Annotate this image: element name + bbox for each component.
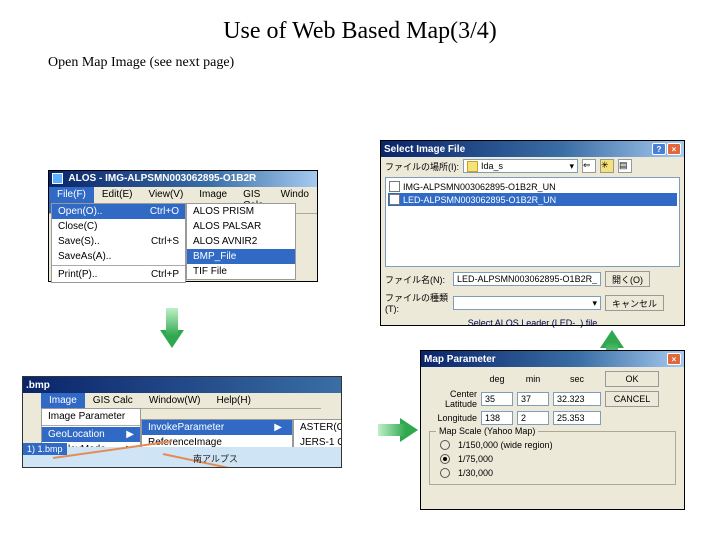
- map-parameter-dialog: Map Parameter × deg min sec OK Center La…: [420, 350, 685, 510]
- reference-map-strip: .bmp Image GIS Calc Window(W) Help(H) Im…: [22, 376, 342, 468]
- alos-title-file: IMG-ALPSMN003062895-O1B2R: [105, 174, 256, 185]
- tab-window[interactable]: Window(W): [141, 393, 209, 408]
- file-item[interactable]: LED-ALPSMN003062895-O1B2R_UN: [388, 193, 677, 206]
- chevron-down-icon: ▾: [592, 298, 597, 308]
- open-submenu: ALOS PRISM ALOS PALSAR ALOS AVNIR2 BMP_F…: [186, 203, 296, 280]
- tab-image[interactable]: Image: [41, 393, 85, 408]
- new-folder-icon[interactable]: ✳: [600, 159, 614, 173]
- scale-option-75k[interactable]: 1/75,000: [436, 452, 669, 466]
- app-icon: [52, 173, 63, 184]
- filetype-combo[interactable]: ▾: [453, 296, 601, 310]
- col-deg: deg: [481, 374, 513, 384]
- map-thumbnail: 1) 1.bmp 南アルプス: [23, 447, 341, 468]
- lon-sec-input[interactable]: [553, 411, 601, 425]
- open-sub-bmp[interactable]: BMP_File: [187, 249, 295, 264]
- scale-groupbox: Map Scale (Yahoo Map) 1/150,000 (wide re…: [429, 431, 676, 485]
- file-item[interactable]: IMG-ALPSMN003062895-O1B2R_UN: [388, 180, 677, 193]
- scale-option-150k[interactable]: 1/150,000 (wide region): [436, 438, 669, 452]
- open-sub-tif[interactable]: TIF File: [187, 264, 295, 279]
- page-title: Use of Web Based Map(3/4): [0, 0, 720, 45]
- arrow-up-icon: [600, 330, 624, 348]
- center-lat-label: Center Latitude: [425, 389, 477, 409]
- file-open-dialog: Select Image File ? × ファイルの場所(I): Ida_s …: [380, 140, 685, 326]
- filename-label: ファイル名(N):: [385, 273, 449, 286]
- geo2-aster[interactable]: ASTER(CEOS): [294, 420, 342, 435]
- file-icon: [389, 194, 400, 205]
- look-in-combo[interactable]: Ida_s ▾: [463, 159, 578, 173]
- folder-icon: [467, 161, 478, 172]
- file-menu-close[interactable]: Close(C): [52, 219, 185, 234]
- alos-window: ALOS - IMG-ALPSMN003062895-O1B2R File(F)…: [48, 170, 318, 282]
- ok-button[interactable]: OK: [605, 371, 659, 387]
- alos-window-titlebar: ALOS - IMG-ALPSMN003062895-O1B2R: [49, 171, 317, 187]
- open-sub-avnir2[interactable]: ALOS AVNIR2: [187, 234, 295, 249]
- open-button[interactable]: 開く(O): [605, 271, 650, 287]
- arrow-down-icon: [160, 330, 184, 348]
- strip-titlebar: .bmp: [23, 377, 341, 393]
- lat-deg-input[interactable]: [481, 392, 513, 406]
- file-icon: [389, 181, 400, 192]
- img-menu-geolocation[interactable]: GeoLocation▶: [42, 427, 140, 442]
- file-menu-save[interactable]: Save(S)..Ctrl+S: [52, 234, 185, 249]
- file-menu-saveas[interactable]: SaveAs(A)..: [52, 249, 185, 264]
- view-menu-icon[interactable]: ▤: [618, 159, 632, 173]
- page-subtitle: Open Map Image (see next page): [0, 45, 720, 71]
- tab-help[interactable]: Help(H): [208, 393, 258, 408]
- lon-min-input[interactable]: [517, 411, 549, 425]
- cancel-button[interactable]: キャンセル: [605, 295, 664, 311]
- lat-min-input[interactable]: [517, 392, 549, 406]
- dialog-hint: Select ALOS Leader (LED-..) file: [468, 318, 598, 328]
- tab-giscalc[interactable]: GIS Calc: [85, 393, 141, 408]
- strip-title: .bmp: [26, 380, 50, 391]
- map-param-title: Map Parameter: [424, 354, 496, 365]
- file-open-titlebar: Select Image File ? ×: [381, 141, 684, 157]
- layer-chip: 1) 1.bmp: [23, 443, 67, 455]
- arrow-right-icon: [400, 418, 418, 442]
- file-menu-sep: [52, 265, 185, 266]
- file-menu-print[interactable]: Print(P)..Ctrl+P: [52, 267, 185, 282]
- lat-sec-input[interactable]: [553, 392, 601, 406]
- img-menu-param[interactable]: Image Parameter: [42, 409, 140, 424]
- geo-sub-invoke[interactable]: InvokeParameter▶: [142, 420, 292, 435]
- scale-group-title: Map Scale (Yahoo Map): [436, 426, 538, 436]
- file-list[interactable]: IMG-ALPSMN003062895-O1B2R_UN LED-ALPSMN0…: [385, 177, 680, 267]
- img-menu-sep: [42, 425, 140, 426]
- cancel-button[interactable]: CANCEL: [605, 391, 659, 407]
- filename-input[interactable]: [453, 272, 601, 286]
- open-sub-prism[interactable]: ALOS PRISM: [187, 204, 295, 219]
- filetype-label: ファイルの種類(T):: [385, 291, 449, 314]
- close-button[interactable]: ×: [667, 353, 681, 365]
- look-in-label: ファイルの場所(I):: [385, 160, 459, 173]
- lon-deg-input[interactable]: [481, 411, 513, 425]
- center-lon-label: Longitude: [425, 413, 477, 423]
- chevron-down-icon: ▾: [569, 161, 574, 172]
- open-sub-palsar[interactable]: ALOS PALSAR: [187, 219, 295, 234]
- close-button[interactable]: ×: [667, 143, 681, 155]
- strip-menubar: Image GIS Calc Window(W) Help(H): [41, 393, 321, 409]
- file-menu-dropdown: Open(O)..Ctrl+O Close(C) Save(S)..Ctrl+S…: [51, 203, 186, 283]
- map-param-titlebar: Map Parameter ×: [421, 351, 684, 367]
- col-min: min: [517, 374, 549, 384]
- alos-title-prefix: ALOS -: [68, 174, 105, 185]
- map-caption: 南アルプス: [193, 452, 238, 465]
- scale-option-30k[interactable]: 1/30,000: [436, 466, 669, 480]
- file-open-title: Select Image File: [384, 144, 465, 155]
- up-folder-icon[interactable]: ⇐: [582, 159, 596, 173]
- help-button[interactable]: ?: [652, 143, 666, 155]
- file-menu-open[interactable]: Open(O)..Ctrl+O: [52, 204, 185, 219]
- col-sec: sec: [553, 374, 601, 384]
